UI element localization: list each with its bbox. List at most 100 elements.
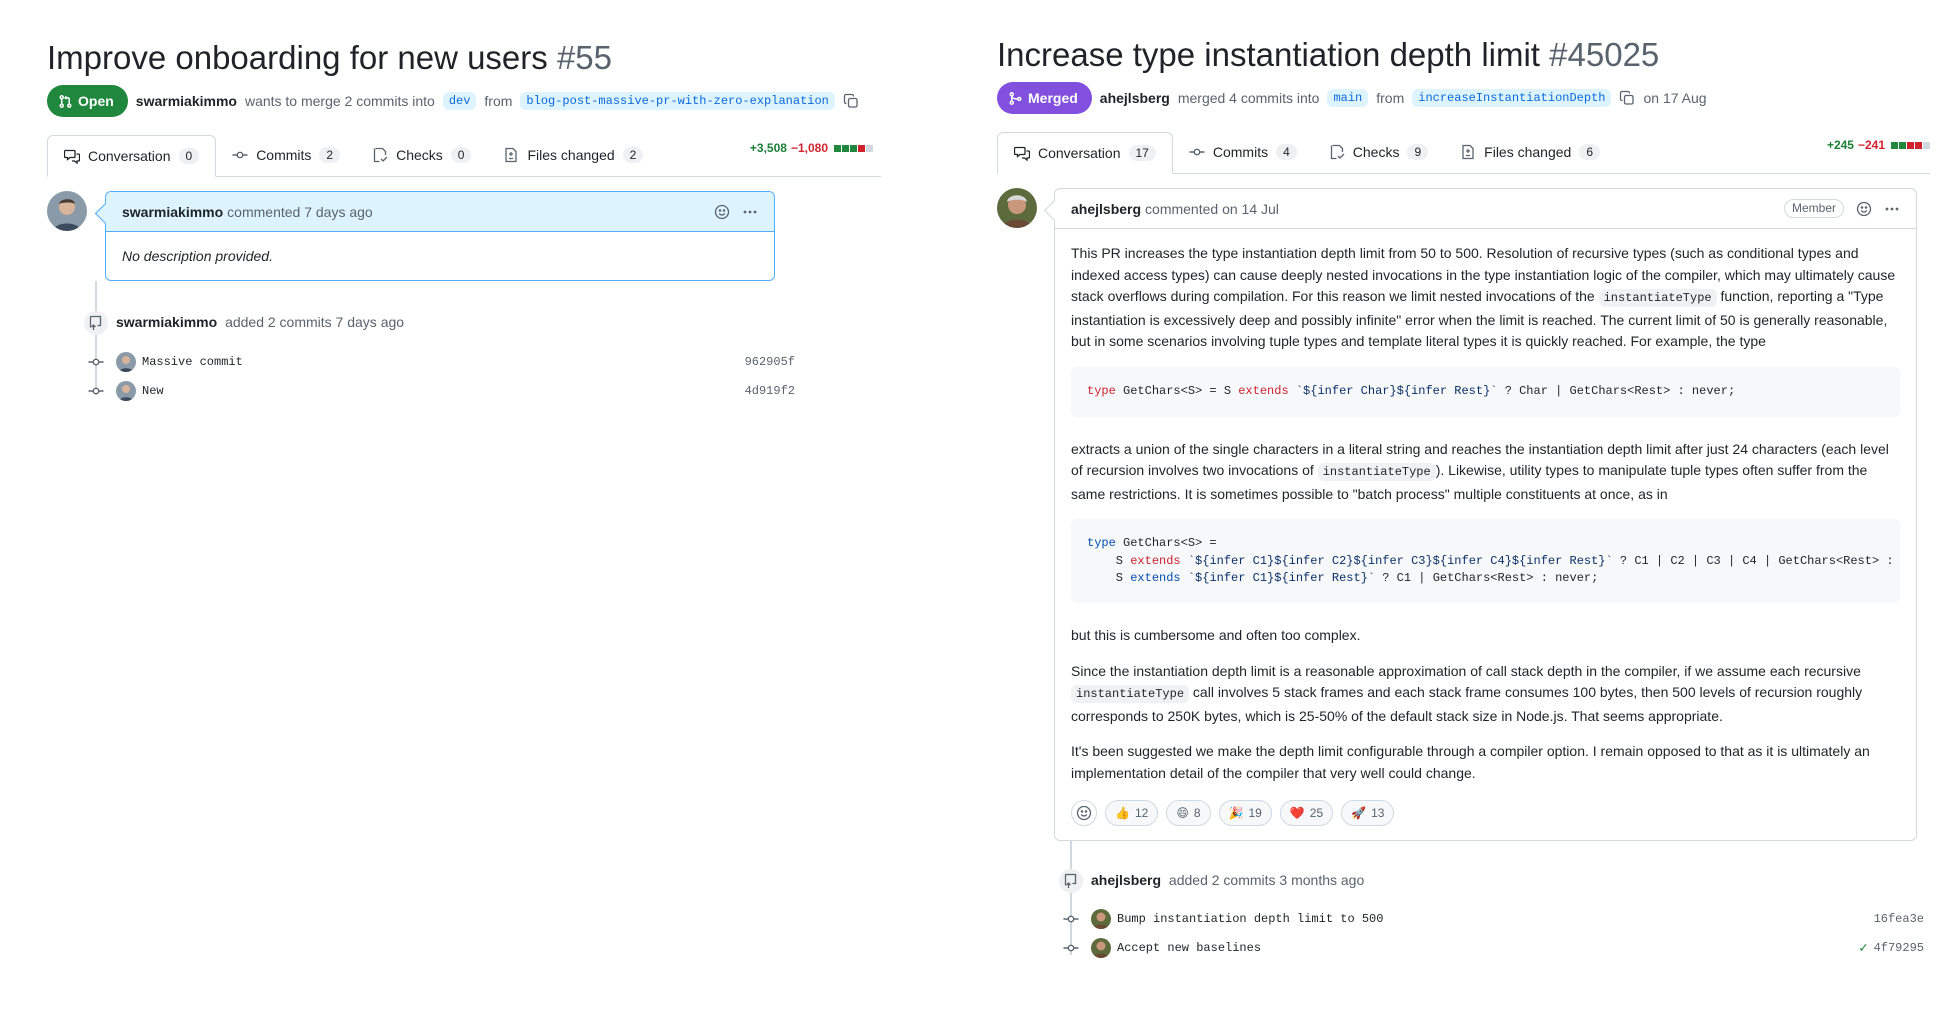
diff-block (1907, 141, 1914, 149)
comment-actions: Member (1783, 199, 1900, 218)
tab-checks[interactable]: Checks 0 (356, 134, 487, 176)
code-keyword: type (1087, 536, 1116, 550)
reaction-rocket[interactable]: 🚀 13 (1341, 800, 1395, 826)
reactions-bar: 👍 12 😄 8 🎉 19 ❤️ 25 🚀 13 (1055, 800, 1916, 840)
head-branch[interactable]: blog-post-massive-pr-with-zero-explanati… (520, 92, 835, 110)
comment-actions (714, 204, 758, 220)
kebab-horizontal-icon[interactable] (1884, 201, 1900, 217)
comment-timestamp[interactable]: commented 7 days ago (227, 204, 373, 220)
code-text: GetChars<S> = (1115, 536, 1217, 550)
diff-additions: +245 (1826, 138, 1854, 152)
state-label: Merged (1028, 90, 1078, 106)
commit-sha[interactable]: 962905f (745, 355, 795, 369)
pr-meta: Merged ahejlsberg merged 4 commits into … (997, 82, 1930, 114)
code-text: ? C1 | GetChars<Rest> : never; (1375, 571, 1599, 585)
paragraph: It's been suggested we make the depth li… (1071, 743, 1870, 781)
reaction-thumbs-up[interactable]: 👍 12 (1105, 800, 1159, 826)
smiley-icon[interactable] (714, 204, 730, 220)
tab-conversation[interactable]: Conversation 17 (997, 132, 1173, 174)
diff-block (850, 144, 857, 152)
copy-icon[interactable] (1619, 90, 1635, 106)
reaction-hooray[interactable]: 🎉 19 (1218, 800, 1272, 826)
file-diff-icon (1462, 144, 1474, 160)
avatar[interactable] (1091, 909, 1111, 929)
commit-message[interactable]: New (142, 384, 164, 398)
tab-count: 2 (319, 147, 341, 163)
diff-block (1899, 141, 1906, 149)
commit-message[interactable]: Massive commit (142, 355, 243, 369)
avatar[interactable] (116, 381, 136, 401)
reaction-heart[interactable]: ❤️ 25 (1279, 800, 1334, 826)
page-title: Increase type instantiation depth limit … (997, 35, 1930, 75)
pr-tabs: Conversation 17 Commits 4 Checks 9 Files… (997, 132, 1930, 174)
diff-block (858, 144, 865, 152)
repo-push-icon-wrap (84, 311, 108, 335)
reaction-count: 12 (1134, 806, 1149, 820)
diffstat: +245 −241 (1827, 138, 1930, 152)
reaction-laugh[interactable]: 😄 8 (1166, 800, 1211, 826)
kebab-horizontal-icon[interactable] (742, 204, 758, 220)
comment-box: swarmiakimmo commented 7 days ago No des… (105, 191, 775, 281)
tab-label: Checks (396, 147, 443, 163)
comment-author[interactable]: swarmiakimmo (122, 204, 223, 220)
heart-icon: ❤️ (1289, 806, 1305, 820)
smiley-icon[interactable] (1856, 201, 1872, 217)
comment-timestamp[interactable]: commented on 14 Jul (1145, 201, 1279, 217)
comment: swarmiakimmo commented 7 days ago No des… (47, 191, 881, 281)
comment-discussion-icon (1014, 146, 1030, 161)
diff-block (842, 144, 849, 152)
avatar[interactable] (997, 188, 1037, 228)
author-link[interactable]: swarmiakimmo (136, 93, 237, 109)
pull-request-icon (59, 94, 72, 108)
diff-blocks (834, 144, 873, 152)
head-branch[interactable]: increaseInstantiationDepth (1412, 89, 1612, 107)
commits-event: swarmiakimmo added 2 commits 7 days ago (47, 309, 787, 337)
paragraph: but this is cumbersome and often too com… (1071, 627, 1361, 643)
code-keyword: extends (1130, 571, 1181, 585)
merge-text: wants to merge 2 commits into (244, 93, 435, 109)
avatar[interactable] (116, 352, 136, 372)
check-icon[interactable]: ✓ (1859, 940, 1867, 957)
base-branch[interactable]: main (1327, 89, 1369, 107)
user-avatar-image (47, 191, 87, 231)
tab-commits[interactable]: Commits 2 (216, 134, 356, 176)
code-text: ? C1 | C2 | C3 | C4 | GetChars<Rest> : (1612, 553, 1894, 568)
avatar[interactable] (1091, 938, 1111, 958)
comment-body: No description provided. (122, 248, 273, 264)
copy-icon[interactable] (843, 93, 859, 109)
add-reaction-button[interactable] (1071, 800, 1097, 826)
commit-sha[interactable]: 16fea3e (1874, 912, 1924, 926)
comment-body: This PR increases the type instantiation… (1055, 229, 1916, 800)
page-title: Improve onboarding for new users #55 (47, 38, 881, 78)
tab-label: Commits (1212, 144, 1269, 160)
base-branch[interactable]: dev (442, 92, 477, 110)
repo-push-icon (89, 315, 102, 330)
commit-sha[interactable]: 4d919f2 (745, 384, 795, 398)
diffstat: +3,508 −1,080 (750, 141, 873, 155)
event-author[interactable]: ahejlsberg (1091, 872, 1161, 888)
text: call involves 5 stack frames and each st… (1071, 684, 1863, 724)
tab-count: 2 (622, 147, 644, 163)
commit-message[interactable]: Accept new baselines (1117, 941, 1261, 955)
tab-count: 17 (1128, 145, 1156, 161)
comment-header: swarmiakimmo commented 7 days ago (106, 192, 774, 232)
commit-message[interactable]: Bump instantiation depth limit to 500 (1117, 912, 1383, 926)
pr-tabs: Conversation 0 Commits 2 Checks 0 Files … (47, 135, 881, 177)
tab-conversation[interactable]: Conversation 0 (47, 135, 217, 177)
repo-push-icon-wrap (1059, 869, 1083, 893)
diff-block (834, 144, 841, 152)
author-link[interactable]: ahejlsberg (1100, 90, 1170, 106)
tab-files-changed[interactable]: Files changed 2 (487, 134, 659, 176)
tab-commits[interactable]: Commits 4 (1173, 131, 1313, 173)
event-author[interactable]: swarmiakimmo (116, 314, 217, 330)
code-text: ? Char | GetChars<Rest> : never; (1497, 383, 1736, 398)
git-commit-icon (1063, 944, 1079, 952)
commit-sha[interactable]: 4f79295 (1874, 941, 1924, 955)
avatar[interactable] (47, 191, 87, 231)
state-badge: Merged (997, 82, 1092, 114)
tab-files-changed[interactable]: Files changed 6 (1444, 131, 1616, 173)
pr-meta: Open swarmiakimmo wants to merge 2 commi… (47, 85, 881, 117)
merge-text: merged 4 commits into (1177, 90, 1320, 106)
tab-checks[interactable]: Checks 9 (1313, 131, 1444, 173)
comment-author[interactable]: ahejlsberg (1071, 201, 1141, 217)
